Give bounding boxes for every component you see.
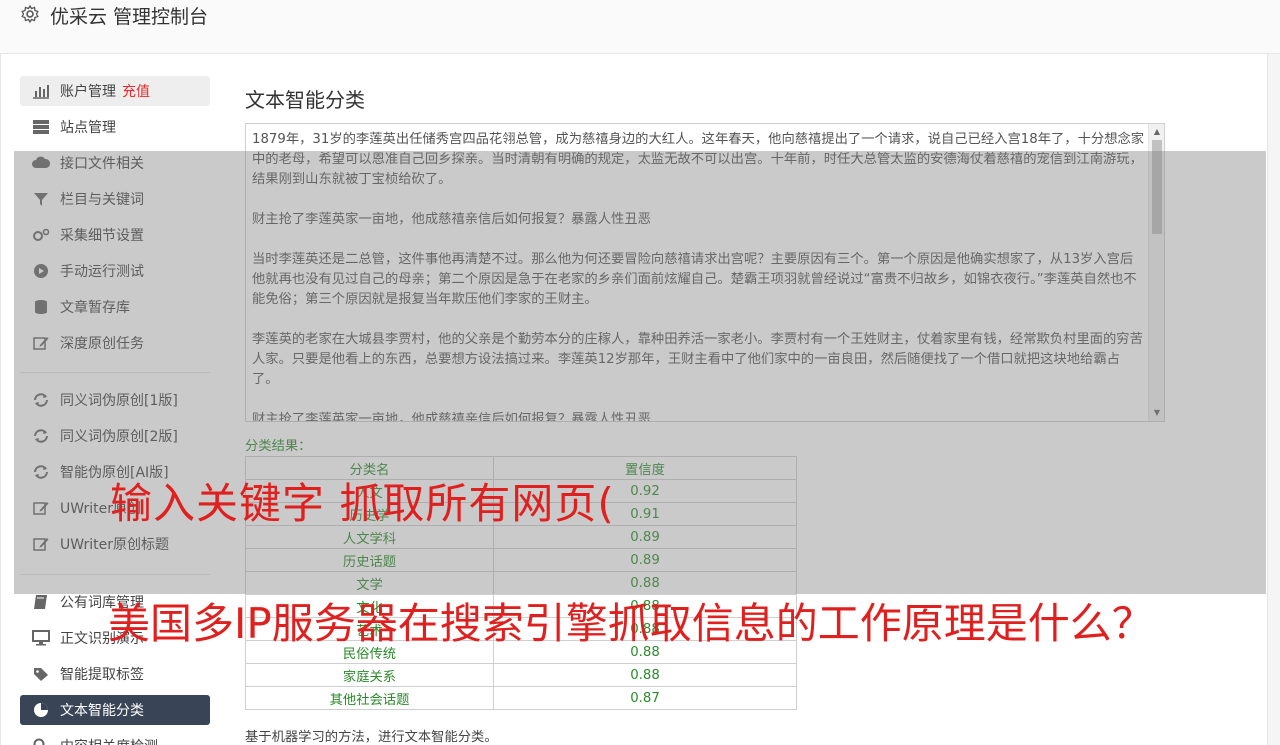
scroll-up-icon[interactable]: ▲ bbox=[1153, 128, 1161, 136]
sidebar-item-label: 内容相关度检测 bbox=[60, 736, 158, 745]
sidebar-item-relevance-check[interactable]: 内容相关度检测 bbox=[20, 731, 210, 745]
sidebar-item-sites[interactable]: 站点管理 bbox=[20, 112, 210, 142]
category-name: 家庭关系 bbox=[245, 663, 494, 687]
table-row: 其他社会话题 0.87 bbox=[245, 686, 797, 710]
bar-chart-icon bbox=[33, 85, 49, 99]
footnote: 基于机器学习的方法，进行文本智能分类。 bbox=[245, 730, 498, 745]
sidebar-item-label: 账户管理 bbox=[60, 84, 116, 100]
sidebar-item-text-classify[interactable]: 文本智能分类 bbox=[20, 695, 210, 725]
sidebar-item-label: 智能提取标签 bbox=[60, 667, 144, 683]
overlay-caption-bottom: 美国多IP服务器在搜索引擎抓取信息的工作原理是什么？ bbox=[108, 599, 1154, 648]
server-icon bbox=[33, 120, 49, 134]
sidebar-item-tag-extract[interactable]: 智能提取标签 bbox=[20, 659, 210, 689]
page-title: 文本智能分类 bbox=[245, 88, 365, 112]
recharge-link[interactable]: 充值 bbox=[122, 81, 150, 101]
confidence-value: 0.88 bbox=[493, 663, 797, 687]
search-icon bbox=[33, 738, 45, 745]
overlay-caption-top: 输入关键字 抓取所有网页( bbox=[110, 479, 615, 528]
monitor-icon bbox=[32, 630, 50, 646]
book-icon bbox=[34, 595, 47, 609]
table-row: 家庭关系 0.88 bbox=[245, 663, 797, 687]
gear-icon bbox=[21, 4, 39, 24]
top-bar: 优采云 管理控制台 bbox=[0, 0, 1280, 54]
app-title: 优采云 管理控制台 bbox=[50, 6, 209, 28]
sidebar-item-label: 文本智能分类 bbox=[60, 703, 144, 719]
sidebar-item-label: 站点管理 bbox=[60, 120, 116, 136]
confidence-value: 0.87 bbox=[493, 686, 797, 710]
tag-icon bbox=[34, 668, 48, 681]
category-name: 其他社会话题 bbox=[245, 686, 494, 710]
pie-chart-icon bbox=[34, 703, 48, 717]
sidebar-item-account[interactable]: 账户管理 充值 bbox=[20, 76, 210, 106]
